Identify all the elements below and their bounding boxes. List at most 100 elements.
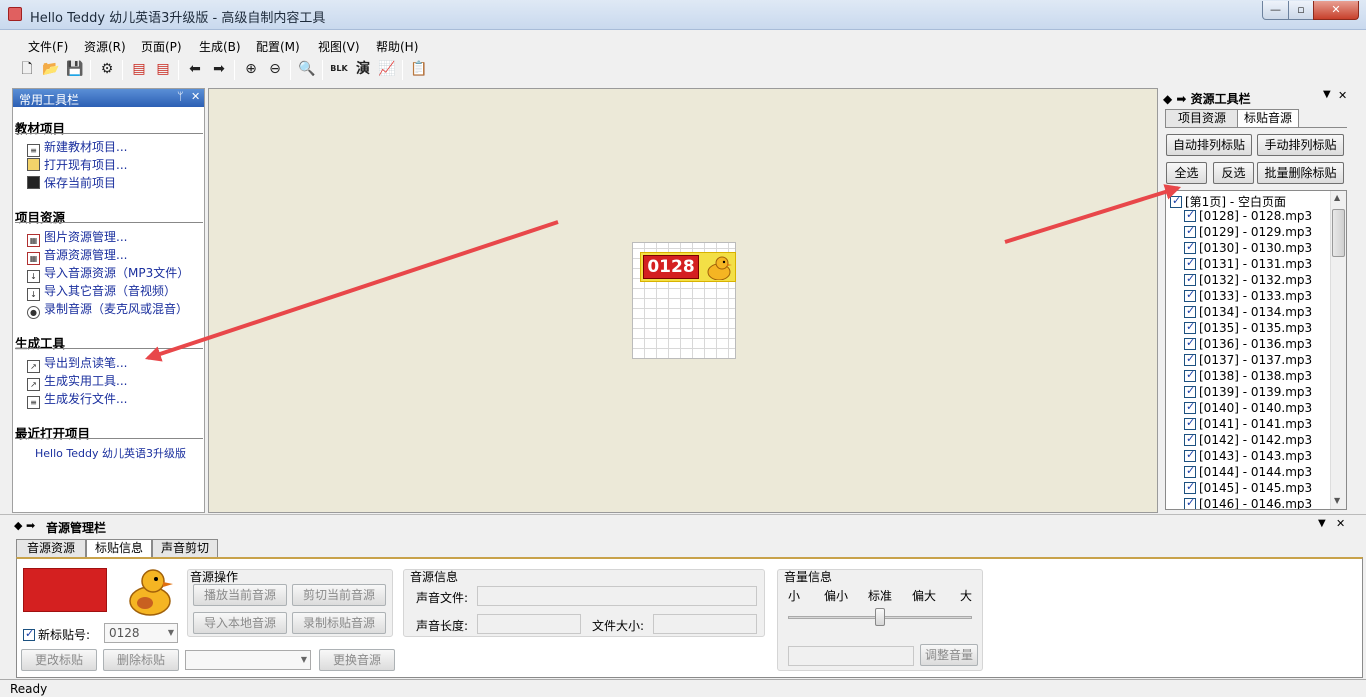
tree-item[interactable]: [0137] - 0137.mp3 (1184, 352, 1312, 369)
tab-sticker-info[interactable]: 标贴信息 (86, 539, 152, 557)
tree-item[interactable]: [0144] - 0144.mp3 (1184, 464, 1312, 481)
tree-item[interactable]: [0129] - 0129.mp3 (1184, 224, 1312, 241)
maximize-button[interactable]: ▫ (1288, 1, 1314, 20)
checkbox[interactable] (1184, 480, 1196, 494)
checkbox[interactable] (1184, 256, 1196, 270)
checkbox[interactable] (1184, 336, 1196, 350)
checkbox[interactable] (1184, 416, 1196, 430)
record-audio-link[interactable]: ● 录制音源（麦克风或混音） (27, 300, 188, 319)
page-canvas[interactable]: 0128 (208, 88, 1158, 513)
audio-select[interactable]: ▼ (185, 650, 311, 670)
checkbox[interactable] (1184, 272, 1196, 286)
menu-view[interactable]: 视图(V) (318, 38, 360, 55)
close-icon[interactable]: ✕ (1338, 89, 1347, 102)
image-resource-link[interactable]: ▦ 图片资源管理... (27, 228, 127, 247)
checkbox[interactable] (1184, 368, 1196, 382)
tab-project-resources[interactable]: 项目资源 (1165, 109, 1239, 127)
tree-item[interactable]: [0128] - 0128.mp3 (1184, 208, 1312, 225)
dropdown-icon[interactable]: ▼ (1323, 89, 1331, 100)
tree-item[interactable]: [0142] - 0142.mp3 (1184, 432, 1312, 449)
tab-audio-resources[interactable]: 音源资源 (16, 539, 86, 557)
tree-item[interactable]: [0140] - 0140.mp3 (1184, 400, 1312, 417)
sticker-number-select[interactable]: 0128 ▼ (104, 623, 178, 643)
audio-resource-link[interactable]: ▦ 音源资源管理... (27, 246, 127, 265)
menu-config[interactable]: 配置(M) (256, 38, 300, 55)
adjust-volume-button[interactable]: 调整音量 (920, 644, 978, 666)
invert-selection-button[interactable]: 反选 (1213, 162, 1254, 184)
properties-icon[interactable]: ⚙ (96, 58, 118, 80)
tree-item[interactable]: [0145] - 0145.mp3 (1184, 480, 1312, 497)
tab-sound-cut[interactable]: 声音剪切 (152, 539, 218, 557)
select-all-button[interactable]: 全选 (1166, 162, 1207, 184)
tree-item[interactable]: [0139] - 0139.mp3 (1184, 384, 1312, 401)
clipboard-icon[interactable]: 📋 (408, 58, 430, 80)
record-sticker-audio-button[interactable]: 录制标贴音源 (292, 612, 386, 634)
search-icon[interactable]: 🔍 (296, 58, 318, 80)
checkbox[interactable] (1184, 240, 1196, 254)
scroll-up-icon[interactable]: ▲ (1334, 193, 1340, 202)
zoom-out-icon[interactable]: ⊖ (264, 58, 286, 80)
build-release-link[interactable]: ≡ 生成发行文件... (27, 390, 127, 409)
tree-item[interactable]: [0138] - 0138.mp3 (1184, 368, 1312, 385)
tree-item[interactable]: [0132] - 0132.mp3 (1184, 272, 1312, 289)
batch-delete-button[interactable]: 批量删除标贴 (1257, 162, 1344, 184)
new-file-icon[interactable]: 🗋 (16, 58, 38, 80)
build-tool-link[interactable]: ↗ 生成实用工具... (27, 372, 127, 391)
menu-build[interactable]: 生成(B) (199, 38, 241, 55)
minimize-button[interactable]: — (1262, 1, 1289, 20)
tree-root[interactable]: [第1页] - 空白页面 (1170, 193, 1286, 209)
volume-slider-thumb[interactable] (875, 608, 885, 626)
checkbox[interactable] (1184, 400, 1196, 414)
import-other-audio-link[interactable]: ↓ 导入其它音源（音视频） (27, 282, 176, 301)
sticker[interactable]: 0128 (640, 252, 736, 282)
tree-item[interactable]: [0143] - 0143.mp3 (1184, 448, 1312, 465)
tab-sticker-audio[interactable]: 标贴音源 (1237, 109, 1299, 127)
close-icon[interactable]: ✕ (1336, 517, 1345, 530)
pin-icon[interactable]: ᛘ (177, 90, 184, 103)
save-icon[interactable]: 💾 (64, 58, 86, 80)
checkbox[interactable] (1184, 384, 1196, 398)
export-pen-link[interactable]: ↗ 导出到点读笔... (27, 354, 127, 373)
close-window-button[interactable]: ✕ (1313, 1, 1359, 20)
checkbox[interactable] (1184, 288, 1196, 302)
tree-item[interactable]: [0146] - 0146.mp3 (1184, 496, 1312, 509)
menu-file[interactable]: 文件(F) (28, 38, 68, 55)
dropdown-icon[interactable]: ▼ (1318, 518, 1326, 529)
cut-audio-button[interactable]: 剪切当前音源 (292, 584, 386, 606)
checkbox[interactable] (1184, 432, 1196, 446)
auto-arrange-button[interactable]: 自动排列标贴 (1166, 134, 1252, 156)
checkbox[interactable] (1184, 208, 1196, 222)
tree-item[interactable]: [0133] - 0133.mp3 (1184, 288, 1312, 305)
arrow-left-icon[interactable]: ⬅ (184, 58, 206, 80)
menu-help[interactable]: 帮助(H) (376, 38, 418, 55)
zoom-in-icon[interactable]: ⊕ (240, 58, 262, 80)
change-sticker-button[interactable]: 更改标贴 (21, 649, 97, 671)
audio-page-icon[interactable]: ▤ (152, 58, 174, 80)
replace-audio-button[interactable]: 更换音源 (319, 649, 395, 671)
new-sticker-checkbox[interactable] (23, 627, 35, 641)
checkbox[interactable] (1184, 464, 1196, 478)
tree-item[interactable]: [0136] - 0136.mp3 (1184, 336, 1312, 353)
scroll-thumb[interactable] (1332, 209, 1345, 257)
tree-item[interactable]: [0135] - 0135.mp3 (1184, 320, 1312, 337)
delete-sticker-button[interactable]: 删除标贴 (103, 649, 179, 671)
checkbox[interactable] (1184, 224, 1196, 238)
tree-item[interactable]: [0134] - 0134.mp3 (1184, 304, 1312, 321)
manual-arrange-button[interactable]: 手动排列标贴 (1257, 134, 1344, 156)
chart-icon[interactable]: 📈 (376, 58, 398, 80)
checkbox[interactable] (1184, 304, 1196, 318)
menu-resource[interactable]: 资源(R) (84, 38, 126, 55)
barcode-icon[interactable]: BLK (328, 58, 350, 80)
checkbox[interactable] (1184, 352, 1196, 366)
checkbox[interactable] (1170, 194, 1182, 208)
tree-item[interactable]: [0131] - 0131.mp3 (1184, 256, 1312, 273)
checkbox[interactable] (1184, 320, 1196, 334)
scrollbar[interactable]: ▲ ▼ (1330, 191, 1346, 509)
image-page-icon[interactable]: ▤ (128, 58, 150, 80)
play-audio-button[interactable]: 播放当前音源 (193, 584, 287, 606)
save-project-link[interactable]: 保存当前项目 (27, 174, 116, 191)
arrow-right-icon[interactable]: ➡ (208, 58, 230, 80)
checkbox[interactable] (1184, 496, 1196, 509)
new-project-link[interactable]: ≡ 新建教材项目... (27, 138, 127, 157)
recent-project-link[interactable]: Hello Teddy 幼儿英语3升级版 (35, 445, 186, 461)
